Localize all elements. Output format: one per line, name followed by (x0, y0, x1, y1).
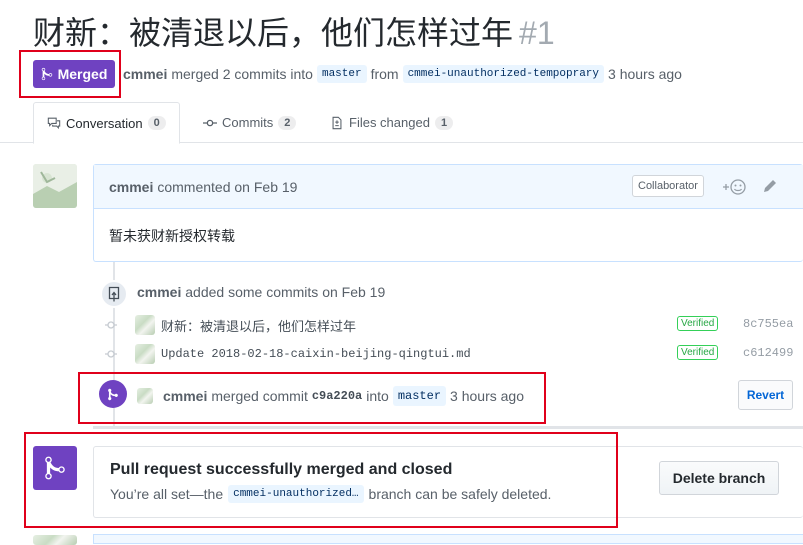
pr-meta-line: cmmei merged 2 commits into master from … (123, 62, 682, 86)
comment-discussion-icon (47, 117, 61, 130)
tab-commits-count: 2 (278, 115, 297, 130)
comment-author[interactable]: cmmei (109, 179, 153, 195)
verified-badge[interactable]: Verified (677, 345, 719, 360)
tab-conversation-count: 0 (147, 116, 166, 130)
merge-target-branch[interactable]: master (392, 386, 447, 406)
merge-event-author[interactable]: cmmei (163, 388, 207, 404)
commit-sha-link[interactable]: c612499 (743, 346, 793, 360)
pr-title: 财新：被清退以后，他们怎样过年 #1 (33, 10, 555, 56)
commenter-avatar[interactable] (33, 164, 77, 208)
git-merge-icon (41, 67, 52, 81)
head-branch-ref[interactable]: cmmei-unauthorized-tempoprary (402, 65, 605, 83)
comment-action[interactable]: commented on Feb 19 (157, 179, 297, 195)
tab-files-label: Files changed (349, 115, 430, 130)
pr-tabs: Conversation 0 Commits 2 Files changed 1 (0, 102, 803, 144)
pr-author-link[interactable]: cmmei (123, 66, 167, 82)
delete-branch-button[interactable]: Delete branch (659, 461, 779, 495)
tab-commits-label: Commits (222, 115, 274, 130)
commits-added-event: cmmei added some commits on Feb 19 (137, 284, 385, 300)
commit-sha-link[interactable]: 8c755ea (743, 317, 793, 331)
commit-message-link[interactable]: 财新：被清退以后，他们怎样过年 (161, 316, 356, 335)
deletable-branch-ref[interactable]: cmmei-unauthorized… (228, 485, 364, 503)
add-reaction-icon[interactable] (722, 177, 746, 197)
next-comment-avatar (33, 535, 77, 545)
comment-header: cmmei commented on Feb 19 Collaborator (94, 165, 803, 209)
merged-status-badge: Merged (33, 60, 115, 88)
merge-commit-sha[interactable]: c9a220a (312, 389, 362, 403)
comment-body: 暂未获财新授权转载 (109, 228, 235, 244)
commit-message-link[interactable]: Update 2018-02-18-caixin-beijing-qingtui… (161, 347, 471, 361)
pr-from-text: from (370, 66, 399, 82)
git-commit-icon (203, 119, 217, 126)
git-commit-dot-icon (105, 350, 117, 358)
merge-status-box: Pull request successfully merged and clo… (93, 446, 803, 518)
merge-status-icon (33, 446, 77, 490)
merge-status-title: Pull request successfully merged and clo… (110, 461, 453, 478)
merge-event-into: into (366, 388, 389, 404)
pr-merged-text: merged 2 commits into (171, 66, 313, 82)
pr-title-text: 财新：被清退以后，他们怎样过年 (33, 15, 514, 51)
tab-conversation[interactable]: Conversation 0 (33, 102, 180, 144)
merge-status-desc: You’re all set—the cmmei-unauthorized… b… (110, 485, 551, 503)
commits-event-text: added some commits on Feb 19 (185, 284, 386, 300)
merge-desc-prefix: You’re all set—the (110, 486, 224, 502)
git-merge-icon (45, 456, 65, 480)
commit-author-avatar[interactable] (135, 315, 155, 335)
merge-event-text: merged commit (211, 388, 308, 404)
merged-commit-event: cmmei merged commit c9a220a into master … (137, 386, 524, 406)
merger-avatar[interactable] (137, 388, 153, 404)
tab-commits[interactable]: Commits 2 (190, 102, 309, 143)
next-comment-box (93, 534, 803, 544)
tab-files-count: 1 (434, 115, 454, 130)
file-diff-icon (332, 116, 342, 129)
tab-files-changed[interactable]: Files changed 1 (317, 102, 466, 143)
revert-button[interactable]: Revert (738, 380, 793, 410)
avatar-image (33, 164, 77, 208)
commits-event-author[interactable]: cmmei (137, 284, 181, 300)
repo-push-icon (100, 280, 128, 308)
comment-box: cmmei commented on Feb 19 Collaborator 暂… (93, 164, 803, 262)
edit-pencil-icon[interactable] (761, 177, 779, 195)
git-merge-icon (108, 388, 118, 400)
commit-row: Update 2018-02-18-caixin-beijing-qingtui… (105, 342, 803, 366)
tab-conversation-label: Conversation (66, 115, 143, 131)
base-branch-ref[interactable]: master (316, 65, 367, 83)
verified-badge[interactable]: Verified (677, 316, 719, 331)
merge-desc-suffix: branch can be safely deleted. (368, 486, 552, 502)
collaborator-label: Collaborator (632, 175, 704, 197)
pr-number: #1 (519, 15, 555, 51)
timeline-divider (93, 426, 803, 429)
commit-author-avatar[interactable] (135, 344, 155, 364)
commit-row: 财新：被清退以后，他们怎样过年 Verified 8c755ea (105, 313, 803, 337)
merge-event-icon (99, 380, 127, 408)
merged-label: Merged (57, 66, 108, 82)
pr-time[interactable]: 3 hours ago (608, 66, 682, 82)
git-commit-dot-icon (105, 321, 117, 329)
merge-event-time[interactable]: 3 hours ago (450, 388, 524, 404)
